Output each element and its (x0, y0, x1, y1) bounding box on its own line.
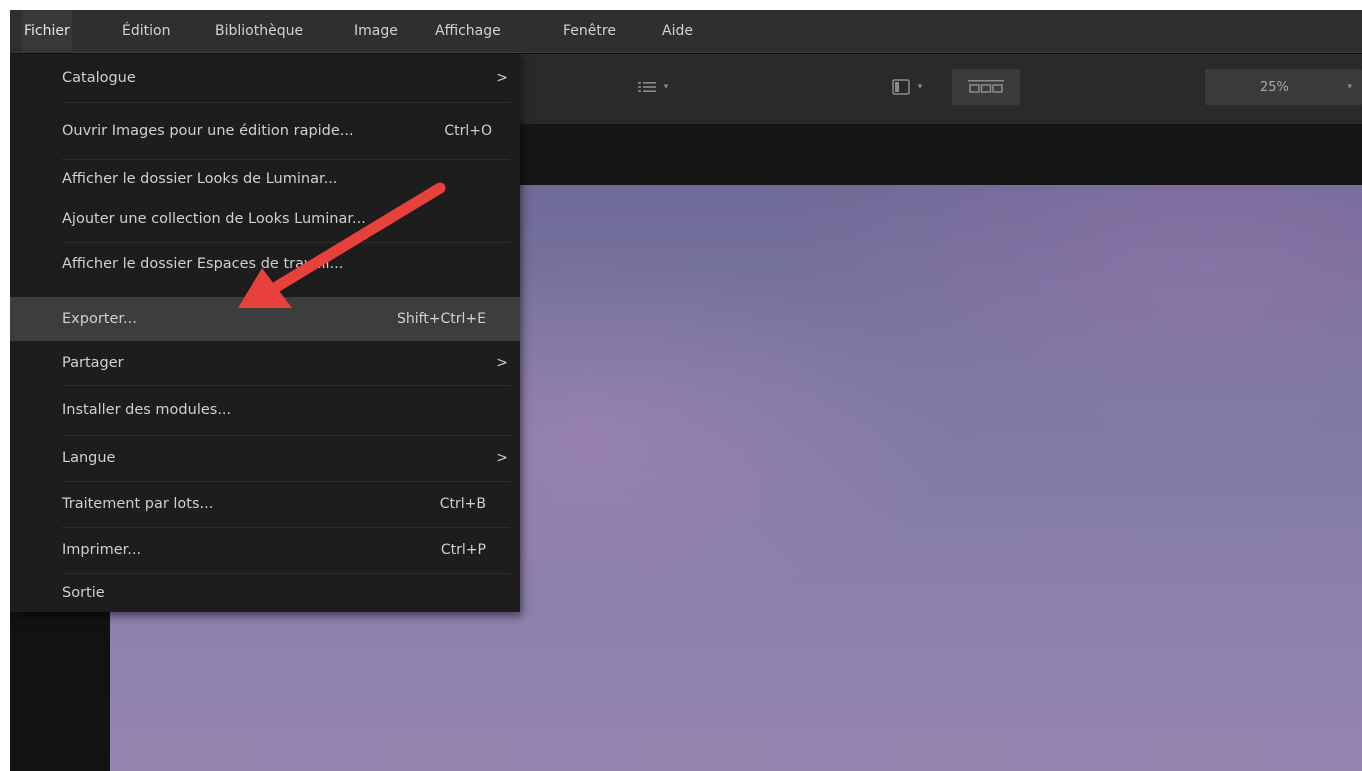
menu-item-langue[interactable]: Langue > (10, 435, 520, 481)
chevron-down-icon: ▾ (1347, 82, 1352, 92)
menu-item-shortcut: Ctrl+B (439, 496, 486, 512)
menu-item-label: Langue (62, 450, 116, 466)
menu-item-label: Sortie (62, 584, 105, 601)
menu-item-label: Afficher le dossier Espaces de travail..… (62, 256, 344, 272)
menu-item-label: Ouvrir Images pour une édition rapide... (62, 122, 354, 139)
filmstrip-icon (968, 80, 1004, 93)
menu-item-ajouter-looks[interactable]: Ajouter une collection de Looks Luminar.… (10, 199, 520, 239)
menu-item-label: Afficher le dossier Looks de Luminar... (62, 171, 338, 187)
menu-item-label: Exporter... (62, 311, 137, 327)
chevron-right-icon: > (496, 70, 508, 86)
menu-item-shortcut: Shift+Ctrl+E (396, 311, 486, 327)
menu-item-ouvrir-images[interactable]: Ouvrir Images pour une édition rapide...… (10, 102, 520, 159)
menu-bar: Fichier Édition Bibliothèque Image Affic… (10, 10, 1362, 53)
menu-item-shortcut: Ctrl+O (444, 122, 492, 139)
menu-item-label: Traitement par lots... (62, 496, 214, 512)
menu-affichage[interactable]: Affichage (433, 10, 503, 53)
menu-item-imprimer[interactable]: Imprimer... Ctrl+P (10, 527, 520, 573)
menu-item-label: Ajouter une collection de Looks Luminar.… (62, 211, 366, 227)
menu-item-partager[interactable]: Partager > (10, 341, 520, 385)
menu-edition[interactable]: Édition (120, 10, 172, 53)
filmstrip-button[interactable] (952, 69, 1020, 105)
menu-item-shortcut: Ctrl+P (440, 542, 486, 558)
chevron-right-icon: > (496, 355, 508, 371)
layout-panel-button[interactable]: ▾ (870, 74, 944, 100)
menu-item-label: Installer des modules... (62, 402, 232, 418)
menu-item-catalogue[interactable]: Catalogue > (10, 54, 520, 102)
menu-item-afficher-espaces[interactable]: Afficher le dossier Espaces de travail..… (10, 242, 520, 286)
menu-item-label: Partager (62, 355, 124, 371)
menu-item-sortie[interactable]: Sortie (10, 573, 520, 612)
zoom-value: 25% (1260, 79, 1289, 95)
menu-bibliotheque[interactable]: Bibliothèque (213, 10, 305, 53)
menu-image[interactable]: Image (352, 10, 400, 53)
chevron-down-icon: ▾ (663, 82, 669, 92)
menu-item-installer-modules[interactable]: Installer des modules... (10, 385, 520, 435)
view-list-button[interactable]: ▾ (620, 74, 686, 100)
menu-fenetre[interactable]: Fenêtre (561, 10, 618, 53)
menu-item-label: Catalogue (62, 70, 136, 86)
chevron-right-icon: > (496, 450, 508, 466)
menu-fichier[interactable]: Fichier (22, 10, 72, 53)
menu-item-label: Imprimer... (62, 542, 142, 558)
chevron-down-icon: ▾ (917, 82, 923, 92)
menu-item-exporter[interactable]: Exporter... Shift+Ctrl+E (10, 297, 520, 341)
file-menu-dropdown: Catalogue > Ouvrir Images pour une éditi… (10, 54, 520, 612)
panel-layout-icon (891, 79, 910, 95)
app-window: Fichier Édition Bibliothèque Image Affic… (10, 10, 1362, 771)
list-icon (637, 82, 656, 92)
menu-item-traitement-lots[interactable]: Traitement par lots... Ctrl+B (10, 481, 520, 527)
menu-aide[interactable]: Aide (660, 10, 695, 53)
zoom-select[interactable]: 25% ▾ (1205, 69, 1362, 105)
menu-item-afficher-looks[interactable]: Afficher le dossier Looks de Luminar... (10, 159, 520, 199)
